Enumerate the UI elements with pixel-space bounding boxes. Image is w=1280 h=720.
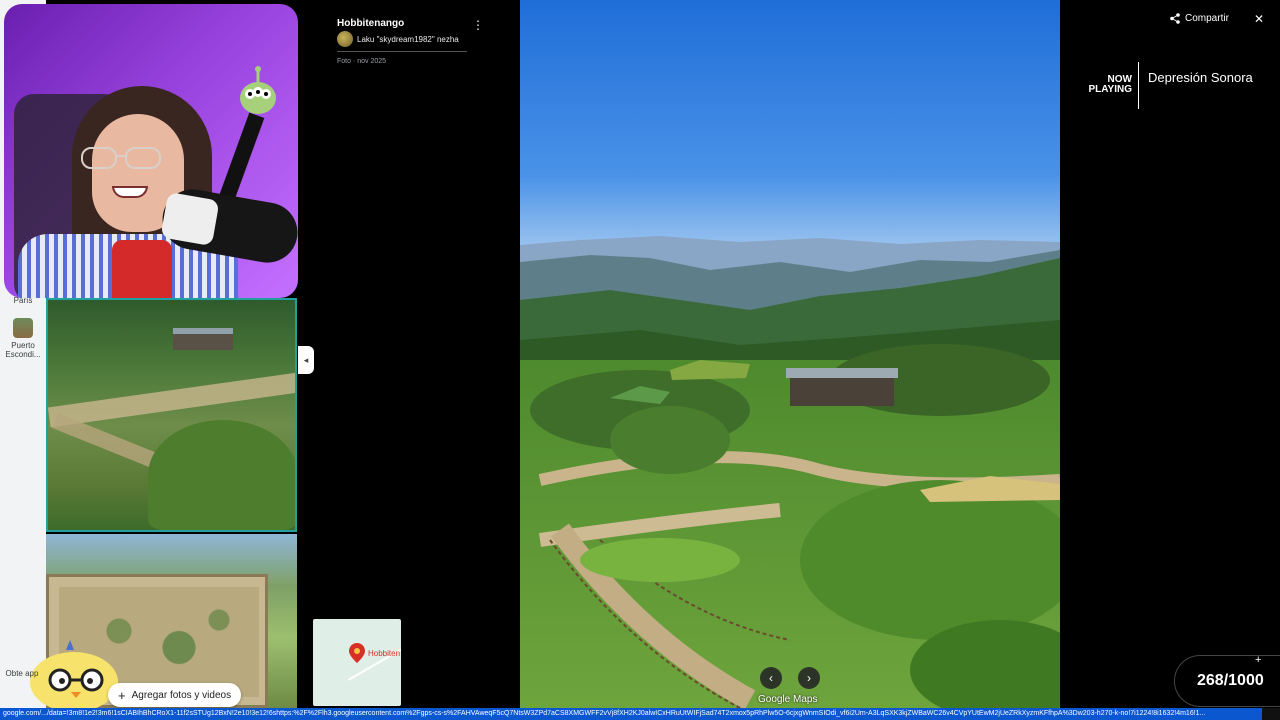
collapse-panel-button[interactable]: ◂ (298, 346, 314, 374)
goal-counter: + 268/1000 (1174, 654, 1280, 707)
more-options-icon[interactable]: ⋮ (472, 18, 484, 32)
place-thumbnail (13, 318, 33, 338)
status-url: google.com/.../data=!3m8!1e2!3m6!1sCIABI… (0, 708, 1262, 720)
main-photo[interactable] (520, 0, 1060, 708)
chevron-left-icon: ◂ (303, 354, 309, 365)
photo-author[interactable]: Laku "skydream1982" nezha (337, 31, 459, 47)
bush-shape (148, 420, 295, 530)
place-title[interactable]: Hobbitenango (337, 18, 404, 29)
plus-icon: + (1255, 654, 1262, 666)
streamer-tee (112, 240, 172, 298)
glasses-icon (81, 147, 161, 169)
add-photos-button[interactable]: + Agregar fotos y videos (108, 683, 242, 707)
plus-icon: + (118, 687, 126, 703)
close-icon[interactable]: ✕ (1252, 12, 1266, 26)
status-tail (1262, 708, 1280, 720)
share-label: Compartir (1185, 13, 1229, 24)
chevron-right-icon: › (807, 671, 811, 685)
google-maps-logo: Google Maps (758, 694, 818, 705)
mini-map[interactable]: Hobbiten (313, 619, 401, 706)
divider (337, 51, 467, 52)
sidebar-item-label: Puerto Escondi... (5, 341, 41, 359)
mic-mount (160, 191, 220, 247)
screen: París Puerto Escondi... Obte app + Agreg… (0, 0, 1280, 720)
path-shape (48, 372, 295, 428)
webcam-overlay (4, 4, 298, 298)
photo-thumbnail-selected[interactable] (46, 298, 297, 532)
hut-shape (173, 328, 233, 350)
counter-value: 268/1000 (1197, 672, 1264, 689)
divider (1138, 62, 1139, 109)
avatar (337, 31, 353, 47)
sidebar-item-puerto-escondido[interactable]: Puerto Escondi... (0, 318, 46, 359)
alien-toy-icon (240, 66, 276, 114)
add-photos-label: Agregar fotos y videos (131, 689, 232, 701)
next-photo-button[interactable]: › (798, 667, 820, 689)
now-playing-label: NOW PLAYING (1088, 74, 1132, 95)
chevron-left-icon: ‹ (769, 671, 773, 685)
landscape-photo (520, 0, 1060, 708)
map-pin-icon (349, 643, 365, 663)
share-icon (1170, 13, 1180, 24)
share-button[interactable]: Compartir (1170, 13, 1229, 24)
now-playing-song: Depresión Sonora (1148, 70, 1253, 85)
photo-date: Foto · nov 2025 (337, 58, 387, 65)
author-name: Laku "skydream1982" nezha (357, 34, 459, 44)
previous-photo-button[interactable]: ‹ (760, 667, 782, 689)
mini-map-label: Hobbiten (368, 649, 401, 658)
get-app-label[interactable]: Obte app (2, 669, 42, 678)
